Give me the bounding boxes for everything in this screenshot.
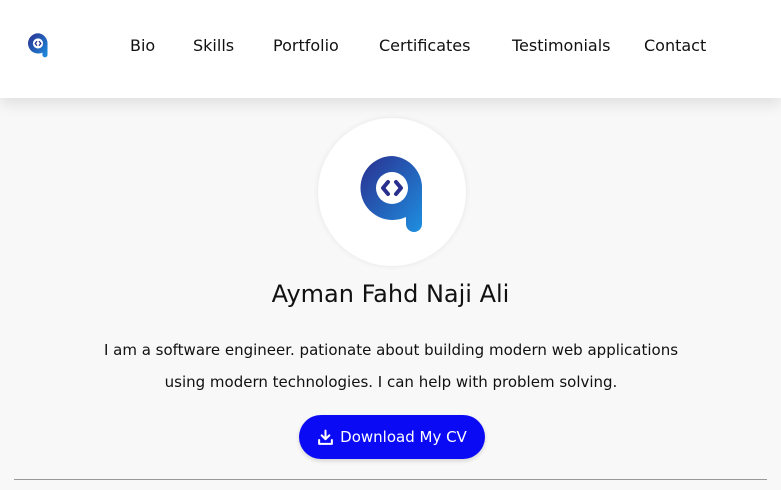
nav-link-certificates[interactable]: Certificates [379, 36, 470, 55]
download-icon [318, 429, 334, 445]
profile-name: Ayman Fahd Naji Ali [271, 280, 510, 308]
nav-link-testimonials[interactable]: Testimonials [512, 36, 611, 55]
nav-links: Bio Skills Portfolio Certificates Testim… [0, 36, 781, 60]
brand-logo-icon [360, 156, 422, 232]
section-divider [14, 479, 767, 480]
nav-link-bio[interactable]: Bio [130, 36, 155, 55]
nav-link-skills[interactable]: Skills [193, 36, 234, 55]
profile-avatar [318, 118, 466, 266]
bio-line-2: using modern technologies. I can help wi… [164, 373, 618, 391]
nav-link-portfolio[interactable]: Portfolio [273, 36, 339, 55]
bio-line-1: I am a software engineer. pationate abou… [103, 341, 679, 359]
navbar: Bio Skills Portfolio Certificates Testim… [0, 0, 781, 98]
profile-bio: I am a software engineer. pationate abou… [90, 334, 692, 398]
download-cv-button[interactable]: Download My CV [299, 415, 485, 459]
download-cv-label: Download My CV [340, 428, 467, 446]
nav-link-contact[interactable]: Contact [644, 36, 706, 55]
